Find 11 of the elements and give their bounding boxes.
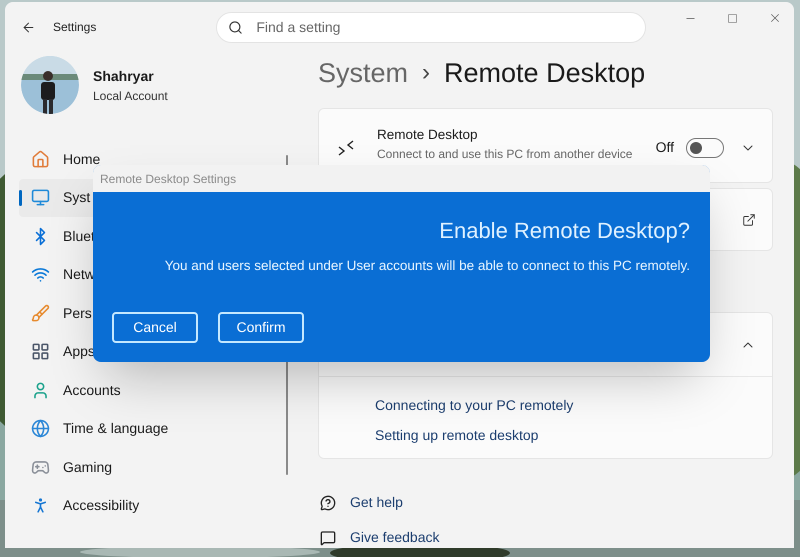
dialog-title: Remote Desktop Settings <box>100 170 236 188</box>
breadcrumb-separator: › <box>422 58 430 88</box>
window-title: Settings <box>53 19 96 36</box>
toggle-state-label: Off <box>656 138 674 157</box>
page-title: Remote Desktop <box>444 56 646 90</box>
account-type: Local Account <box>93 88 168 104</box>
setting-title: Remote Desktop <box>377 126 479 144</box>
account-name: Shahryar <box>93 66 155 86</box>
setting-description: Connect to and use this PC from another device <box>377 146 632 164</box>
dialog-message: You and users selected under User accounts will be able to connect to this PC remotely. <box>164 257 690 275</box>
dialog-heading: Enable Remote Desktop? <box>439 217 690 245</box>
